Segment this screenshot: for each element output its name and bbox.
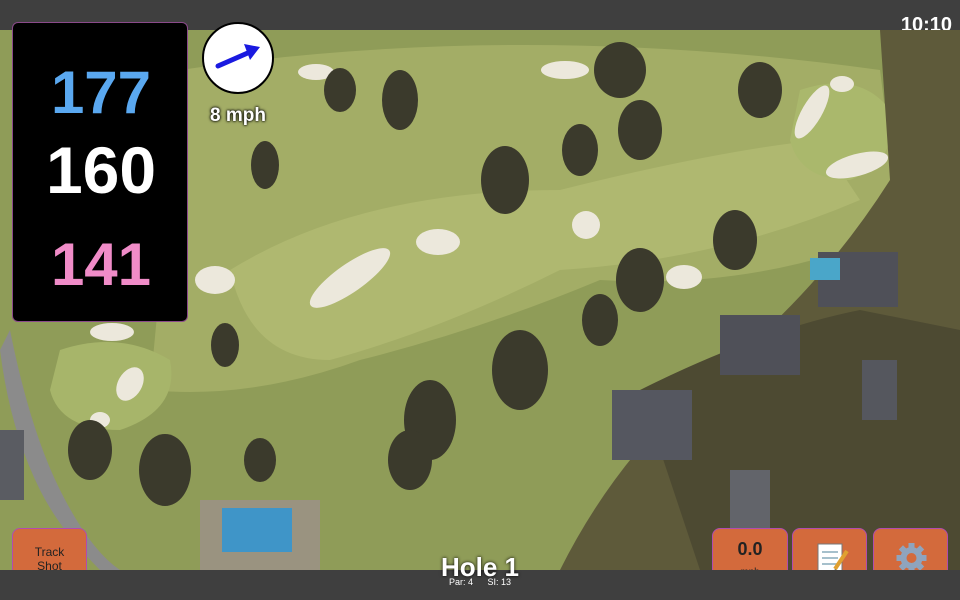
- distance-panel: 177 160 141: [12, 22, 188, 322]
- wind-indicator: [202, 22, 274, 94]
- hole-info: Par: 4 SI: 13: [380, 577, 580, 587]
- front-distance: 141: [50, 231, 152, 298]
- back-distance: 177: [50, 59, 152, 126]
- wind-arrow-icon: [215, 44, 260, 69]
- hole-par: Par: 4: [448, 577, 473, 587]
- track-shot-label: Track Shot: [34, 545, 65, 573]
- hole-stroke-index: SI: 13: [487, 577, 512, 587]
- wind-speed: 8 mph: [210, 105, 266, 126]
- middle-distance: 160: [45, 133, 157, 207]
- speed-value: 0.0: [737, 539, 763, 559]
